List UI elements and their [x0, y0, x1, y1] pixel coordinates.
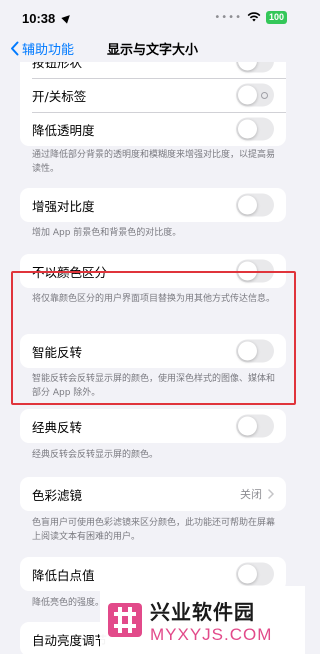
navigation-bar: 辅助功能 显示与文字大小 [0, 34, 305, 62]
group-classic-invert: 经典反转 [20, 409, 286, 443]
toggle-onoff-labels[interactable] [236, 83, 274, 107]
watermark: 兴业软件园 MYXYJS.COM [100, 586, 305, 654]
row-label: 增强对比度 [32, 198, 95, 214]
footer-smart-invert: 智能反转会反转显示屏的颜色，使用深色样式的图像、媒体和部分 App 除外。 [32, 374, 276, 398]
row-label: 经典反转 [32, 419, 83, 435]
color-filters-value: 关闭 [240, 486, 274, 502]
row-label: 降低白点值 [32, 567, 95, 583]
row-reduce-transparency[interactable]: 降低透明度 [20, 112, 286, 146]
back-button[interactable]: 辅助功能 [10, 39, 74, 58]
toggle-knob [238, 62, 257, 71]
watermark-en: MYXYJS.COM [150, 624, 273, 644]
footer-classic-invert: 经典反转会反转显示屏的颜色。 [32, 450, 159, 460]
row-label: 按钮形状 [32, 62, 83, 70]
footer-reduce-transparency: 通过降低部分背景的透明度和模糊度来增强对比度，以提高易读性。 [32, 150, 276, 174]
toggle-increase-contrast[interactable] [236, 193, 274, 217]
toggle-reduce-white-point[interactable] [236, 562, 274, 586]
row-increase-contrast[interactable]: 增强对比度 [20, 188, 286, 222]
group-differentiate-without-color: 不以颜色区分 [20, 254, 286, 288]
row-differentiate-without-color[interactable]: 不以颜色区分 [20, 254, 286, 288]
toggle-knob [238, 564, 257, 584]
status-time: 10:38 [22, 10, 56, 26]
watermark-logo-icon [108, 603, 142, 637]
back-button-label: 辅助功能 [22, 42, 75, 58]
row-label: 不以颜色区分 [32, 264, 108, 280]
toggle-knob [238, 119, 257, 139]
group-button-shapes: 按钮形状 开/关标签 降低透明度 [20, 62, 286, 146]
toggle-knob [238, 261, 257, 281]
row-color-filters[interactable]: 色彩滤镜 关闭 [20, 477, 286, 511]
chevron-left-icon [11, 41, 19, 55]
footer-differentiate-without-color: 将仅靠颜色区分的用户界面项目替换为用其他方式传达信息。 [32, 294, 276, 304]
color-filters-value-text: 关闭 [240, 488, 262, 501]
row-onoff-labels[interactable]: 开/关标签 [20, 78, 286, 112]
row-classic-invert[interactable]: 经典反转 [20, 409, 286, 443]
row-smart-invert[interactable]: 智能反转 [20, 334, 286, 368]
off-ring-icon [261, 91, 268, 99]
group-smart-invert: 智能反转 [20, 334, 286, 368]
toggle-reduce-transparency[interactable] [236, 117, 274, 141]
row-label: 开/关标签 [32, 88, 87, 104]
location-arrow-icon [61, 12, 74, 24]
settings-list[interactable]: 按钮形状 开/关标签 降低透明度 通过降低部分背景的透明度和模糊度来增强对比度，… [0, 62, 305, 654]
toggle-knob [238, 85, 257, 105]
toggle-classic-invert[interactable] [236, 414, 274, 438]
toggle-knob [238, 341, 257, 361]
battery-indicator: 100 [265, 10, 287, 24]
group-increase-contrast: 增强对比度 [20, 188, 286, 222]
footer-color-filters: 色盲用户可使用色彩滤镜来区分颜色，此功能还可帮助在屏幕上阅读文本有困难的用户。 [32, 518, 276, 542]
toggle-knob [238, 416, 257, 436]
group-color-filters: 色彩滤镜 关闭 [20, 477, 286, 511]
status-indicators: •••• 100 [214, 10, 287, 24]
row-label: 降低透明度 [32, 122, 95, 138]
wifi-icon [247, 12, 261, 22]
status-bar: 10:38 •••• 100 [0, 0, 305, 34]
toggle-differentiate-without-color[interactable] [236, 259, 274, 283]
toggle-knob [238, 195, 257, 215]
watermark-cn: 兴业软件园 [150, 599, 255, 624]
row-button-shapes[interactable]: 按钮形状 [20, 62, 286, 78]
toggle-button-shapes[interactable] [236, 62, 274, 73]
row-label: 色彩滤镜 [32, 487, 83, 503]
status-time-group: 10:38 [22, 8, 74, 27]
watermark-text: 兴业软件园 MYXYJS.COM [150, 596, 272, 645]
row-label: 自动亮度调节 [32, 632, 108, 648]
row-label: 智能反转 [32, 344, 83, 360]
chevron-right-icon [268, 489, 274, 499]
toggle-smart-invert[interactable] [236, 339, 274, 363]
signal-dots-icon: •••• [214, 11, 242, 23]
footer-increase-contrast: 增加 App 前景色和背景色的对比度。 [32, 228, 182, 238]
